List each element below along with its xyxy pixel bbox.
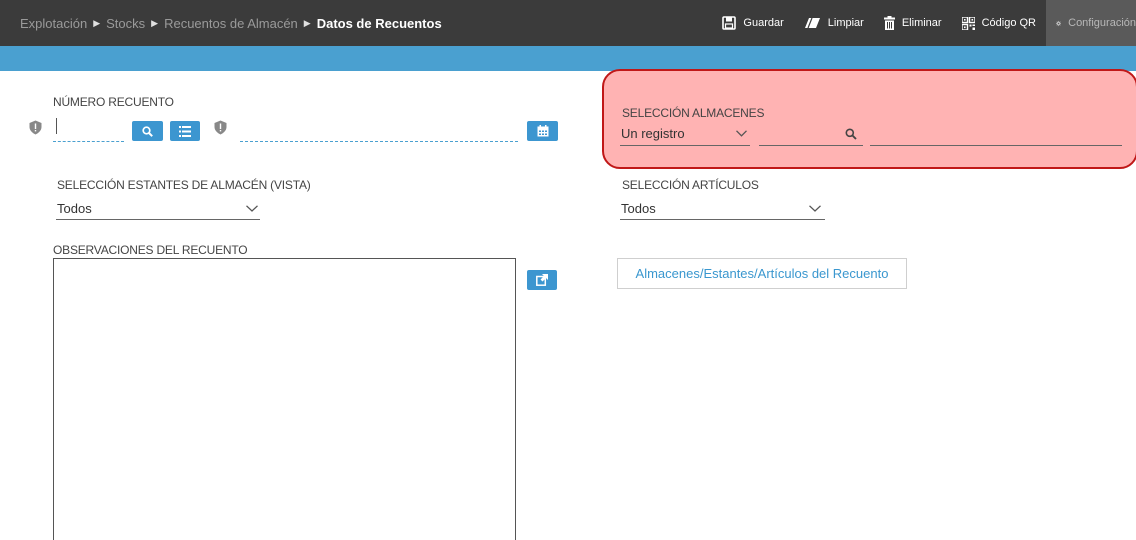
articulos-select[interactable]: Todos bbox=[621, 201, 656, 216]
numero-recuento-label: NÚMERO RECUENTO bbox=[53, 95, 174, 109]
top-bar: Explotación ▶ Stocks ▶ Recuentos de Alma… bbox=[0, 0, 1136, 46]
almacenes-mode-underline bbox=[620, 145, 750, 146]
eraser-icon bbox=[804, 17, 820, 29]
search-icon bbox=[142, 125, 153, 137]
clear-label: Limpiar bbox=[827, 17, 864, 29]
shield-icon bbox=[29, 120, 42, 135]
breadcrumb: Explotación ▶ Stocks ▶ Recuentos de Alma… bbox=[20, 16, 442, 31]
calendar-icon bbox=[537, 125, 548, 137]
almacenes-name-underline bbox=[870, 145, 1122, 146]
almacenes-code-underline bbox=[759, 145, 863, 146]
breadcrumb-separator-icon: ▶ bbox=[303, 18, 311, 28]
chevron-down-icon bbox=[246, 205, 258, 212]
qr-code-button[interactable]: Código QR bbox=[952, 0, 1046, 46]
observaciones-label: OBSERVACIONES DEL RECUENTO bbox=[53, 243, 248, 257]
chevron-down-icon bbox=[736, 130, 747, 137]
trash-icon bbox=[883, 16, 895, 30]
config-button[interactable]: Configuración bbox=[1046, 0, 1136, 46]
shield-icon bbox=[214, 120, 227, 135]
numero-recuento-input[interactable] bbox=[53, 141, 124, 142]
delete-label: Eliminar bbox=[901, 17, 942, 29]
seleccion-estantes-label: SELECCIÓN ESTANTES DE ALMACÉN (VISTA) bbox=[57, 178, 311, 192]
qr-code-icon bbox=[961, 16, 975, 30]
open-external-button[interactable] bbox=[527, 270, 557, 290]
observaciones-textarea[interactable] bbox=[53, 258, 516, 540]
search-button[interactable] bbox=[132, 121, 163, 141]
config-label: Configuración bbox=[1068, 17, 1136, 29]
breadcrumb-item-explotacion[interactable]: Explotación bbox=[20, 16, 87, 31]
estantes-select[interactable]: Todos bbox=[57, 201, 92, 216]
seleccion-articulos-label: SELECCIÓN ARTÍCULOS bbox=[622, 178, 759, 192]
qr-code-label: Código QR bbox=[981, 17, 1036, 29]
search-icon[interactable] bbox=[845, 128, 857, 140]
calendar-button[interactable] bbox=[527, 121, 558, 141]
almacenes-estantes-articulos-button[interactable]: Almacenes/Estantes/Artículos del Recuent… bbox=[617, 258, 907, 289]
breadcrumb-separator-icon: ▶ bbox=[93, 18, 101, 28]
estantes-select-underline bbox=[56, 219, 260, 220]
accent-bar bbox=[0, 46, 1136, 71]
save-icon bbox=[722, 16, 737, 30]
save-button[interactable]: Guardar bbox=[712, 0, 793, 46]
chevron-down-icon bbox=[809, 205, 821, 212]
seleccion-almacenes-label: SELECCIÓN ALMACENES bbox=[622, 106, 765, 120]
toolbar: Guardar Limpiar Eliminar Código QR Confi… bbox=[712, 0, 1136, 46]
gear-icon bbox=[1056, 20, 1062, 26]
breadcrumb-item-stocks[interactable]: Stocks bbox=[106, 16, 145, 31]
save-label: Guardar bbox=[743, 17, 784, 29]
clear-button[interactable]: Limpiar bbox=[794, 0, 874, 46]
list-button[interactable] bbox=[170, 121, 200, 141]
delete-button[interactable]: Eliminar bbox=[874, 0, 952, 46]
external-link-icon bbox=[536, 274, 548, 286]
list-icon bbox=[179, 125, 191, 137]
breadcrumb-current: Datos de Recuentos bbox=[316, 16, 442, 31]
articulos-select-underline bbox=[620, 219, 825, 220]
numero-recuento-description-input[interactable] bbox=[240, 141, 518, 142]
breadcrumb-item-recuentos[interactable]: Recuentos de Almacén bbox=[164, 16, 298, 31]
breadcrumb-separator-icon: ▶ bbox=[151, 18, 159, 28]
almacenes-mode-select[interactable]: Un registro bbox=[621, 126, 685, 141]
text-cursor bbox=[56, 118, 57, 134]
